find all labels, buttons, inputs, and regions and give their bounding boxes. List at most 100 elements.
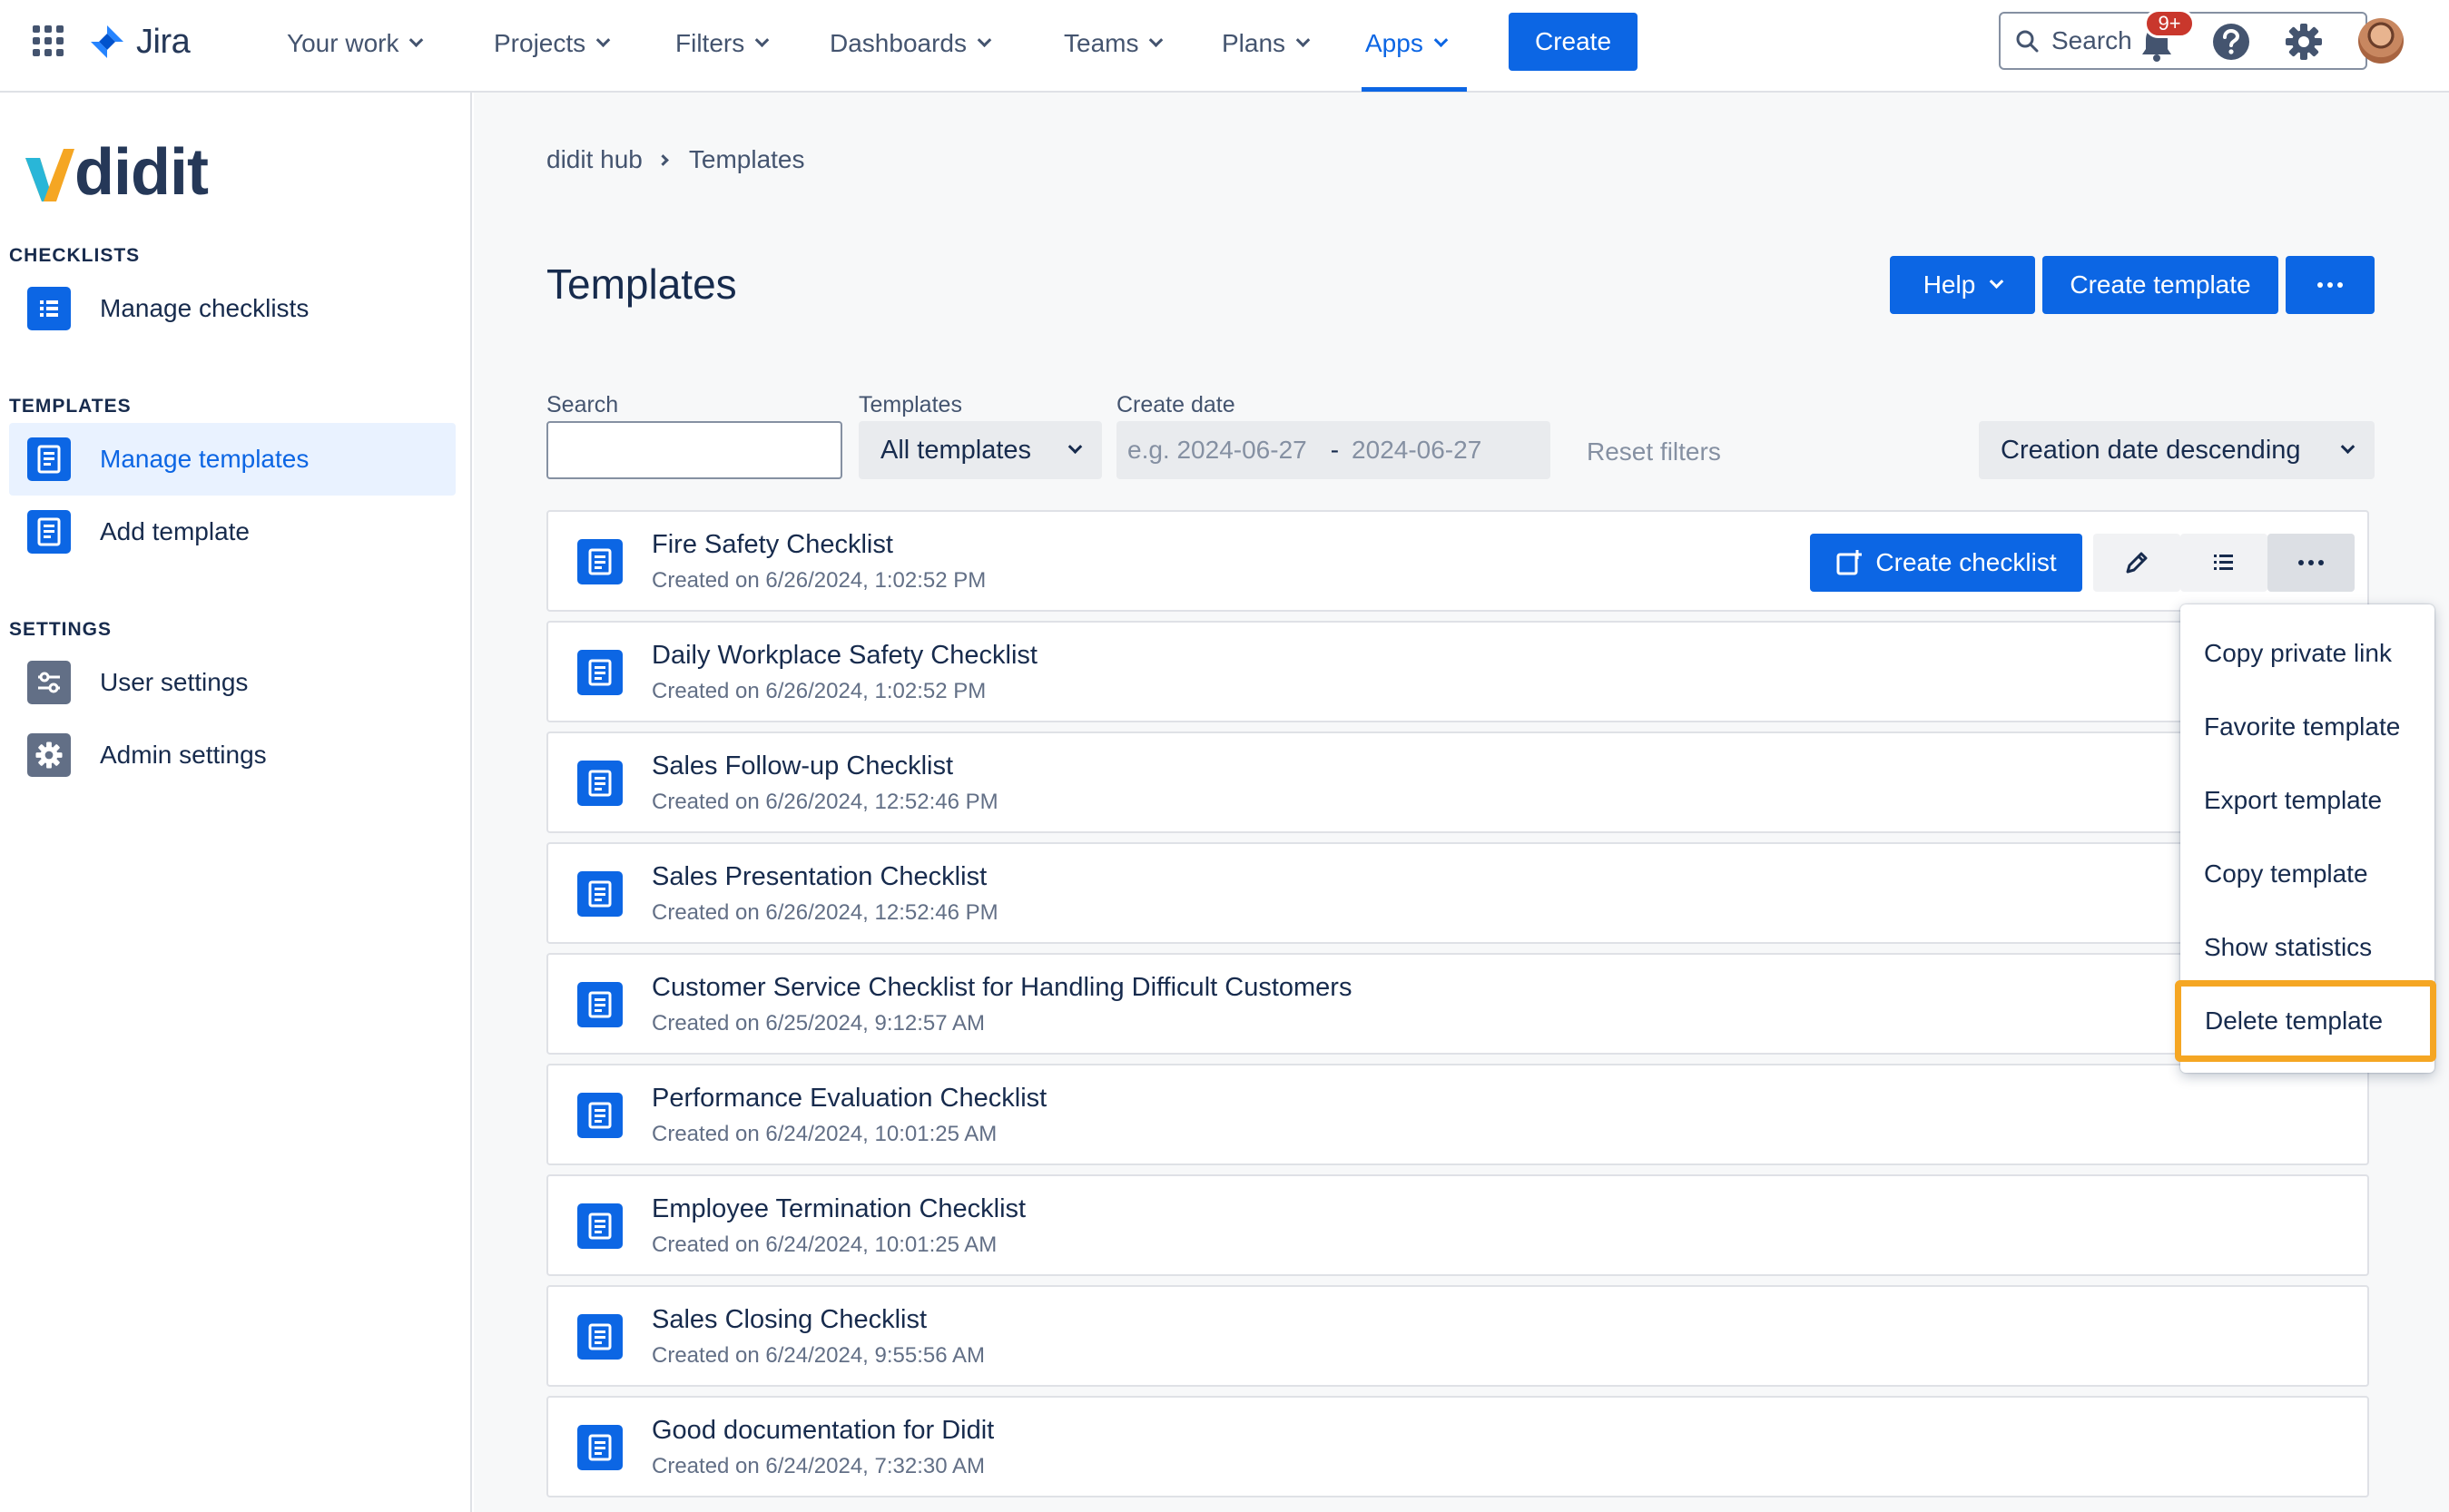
sort-value: Creation date descending [2001, 435, 2301, 465]
breadcrumb-didit-hub[interactable]: didit hub [546, 145, 643, 174]
menu-show-statistics[interactable]: Show statistics [2180, 911, 2434, 984]
reset-filters-link[interactable]: Reset filters [1587, 437, 1721, 466]
page-title: Templates [546, 260, 737, 308]
list-icon [2214, 555, 2233, 570]
nav-label: Your work [287, 29, 399, 57]
template-created-date: Created on 6/26/2024, 1:02:52 PM [652, 679, 987, 703]
template-row[interactable]: Employee Termination Checklist Created on… [546, 1174, 2369, 1276]
date-separator: - [1330, 436, 1340, 464]
edit-template-button[interactable] [2093, 534, 2180, 592]
menu-export-template[interactable]: Export template [2180, 764, 2434, 837]
template-title[interactable]: Performance Evaluation Checklist [652, 1084, 1047, 1114]
nav-teams[interactable]: Teams [1064, 25, 1164, 62]
template-actions-menu: Copy private link Favorite template Expo… [2175, 604, 2436, 1073]
template-title[interactable]: Daily Workplace Safety Checklist [652, 641, 1038, 671]
sidebar-item-label: Add template [100, 517, 250, 545]
more-actions-button[interactable] [2286, 256, 2375, 314]
create-checklist-button[interactable]: Create checklist [1810, 534, 2082, 592]
section-heading-checklists: CHECKLISTS [9, 245, 141, 266]
row-more-button[interactable] [2267, 534, 2355, 592]
template-title[interactable]: Employee Termination Checklist [652, 1194, 1026, 1224]
menu-delete-template[interactable]: Delete template [2175, 980, 2436, 1062]
chevron-down-icon [977, 32, 992, 47]
template-created-date: Created on 6/26/2024, 1:02:52 PM [652, 568, 987, 593]
templates-filter-select[interactable]: All templates [859, 421, 1102, 479]
sidebar-item-user-settings[interactable]: User settings [9, 646, 456, 719]
template-row[interactable]: Performance Evaluation Checklist Created … [546, 1064, 2369, 1165]
date-to-input[interactable]: 2024-06-27 [1352, 436, 1481, 465]
help-icon[interactable] [2211, 22, 2251, 62]
active-nav-indicator [1362, 87, 1467, 92]
template-title[interactable]: Sales Presentation Checklist [652, 862, 987, 892]
app-switcher-icon[interactable] [33, 25, 64, 56]
section-heading-settings: SETTINGS [9, 619, 113, 640]
ellipsis-icon [2317, 282, 2343, 288]
nav-your-work[interactable]: Your work [287, 25, 424, 62]
chevron-down-icon [595, 32, 611, 47]
sidebar-item-admin-settings[interactable]: Admin settings [9, 719, 456, 791]
template-icon [577, 871, 623, 917]
nav-dashboards[interactable]: Dashboards [830, 25, 992, 62]
create-checklist-label: Create checklist [1875, 548, 2057, 576]
template-search-input[interactable] [546, 421, 842, 479]
sidebar-item-label: Admin settings [100, 741, 267, 769]
didit-logo-text: didit [74, 136, 209, 209]
chevron-down-icon [1067, 438, 1083, 454]
list-icon [27, 287, 71, 330]
template-created-date: Created on 6/26/2024, 12:52:46 PM [652, 790, 998, 814]
search-filter-label: Search [546, 392, 619, 417]
sidebar-item-add-template[interactable]: Add template [9, 496, 456, 568]
jira-logo[interactable]: Jira [89, 20, 191, 64]
template-title[interactable]: Good documentation for Didit [652, 1416, 994, 1446]
template-row[interactable]: Customer Service Checklist for Handling … [546, 953, 2369, 1055]
menu-favorite-template[interactable]: Favorite template [2180, 691, 2434, 763]
search-icon [2016, 30, 2039, 53]
date-from-input[interactable]: e.g. 2024-06-27 [1127, 436, 1307, 465]
nav-plans[interactable]: Plans [1222, 25, 1311, 62]
template-icon [577, 982, 623, 1027]
breadcrumb-templates[interactable]: Templates [689, 145, 805, 174]
nav-filters[interactable]: Filters [675, 25, 770, 62]
template-icon [577, 1314, 623, 1360]
templates-filter-value: All templates [880, 435, 1032, 465]
didit-check-icon [25, 149, 74, 201]
nav-apps[interactable]: Apps [1365, 25, 1449, 62]
chevron-down-icon [1990, 273, 2004, 289]
template-title[interactable]: Sales Closing Checklist [652, 1305, 927, 1335]
sort-select[interactable]: Creation date descending [1979, 421, 2375, 479]
nav-label: Dashboards [830, 29, 967, 57]
user-avatar[interactable] [2358, 18, 2404, 64]
sidebar-item-manage-templates[interactable]: Manage templates [9, 423, 456, 496]
template-row[interactable]: Daily Workplace Safety Checklist Created … [546, 621, 2369, 722]
chevron-down-icon [409, 32, 424, 47]
template-row[interactable]: Sales Closing Checklist Created on 6/24/2… [546, 1285, 2369, 1387]
create-button[interactable]: Create [1509, 13, 1638, 71]
template-icon [577, 1203, 623, 1249]
template-icon [27, 437, 71, 481]
menu-copy-template[interactable]: Copy template [2180, 838, 2434, 910]
jira-logo-text: Jira [136, 22, 191, 61]
template-title[interactable]: Fire Safety Checklist [652, 530, 893, 560]
help-button-label: Help [1923, 270, 1976, 299]
template-icon [27, 510, 71, 554]
template-row[interactable]: Good documentation for Didit Created on 6… [546, 1396, 2369, 1497]
template-row[interactable]: Sales Follow-up Checklist Created on 6/26… [546, 731, 2369, 833]
template-row[interactable]: Sales Presentation Checklist Created on 6… [546, 842, 2369, 944]
create-template-button[interactable]: Create template [2042, 256, 2278, 314]
pencil-icon [2126, 552, 2148, 574]
sidebar-item-manage-checklists[interactable]: Manage checklists [9, 272, 456, 345]
template-created-date: Created on 6/24/2024, 10:01:25 AM [652, 1232, 998, 1257]
help-button[interactable]: Help [1890, 256, 2035, 314]
template-created-date: Created on 6/24/2024, 9:55:56 AM [652, 1343, 985, 1368]
template-icon [577, 761, 623, 806]
template-title[interactable]: Customer Service Checklist for Handling … [652, 973, 1352, 1003]
nav-projects[interactable]: Projects [494, 25, 611, 62]
menu-copy-private-link[interactable]: Copy private link [2180, 617, 2434, 690]
template-title[interactable]: Sales Follow-up Checklist [652, 751, 953, 781]
settings-gear-icon[interactable] [2284, 22, 2324, 62]
template-items-button[interactable] [2180, 534, 2267, 592]
sidebar-item-label: Manage checklists [100, 294, 310, 322]
new-checklist-icon [1836, 550, 1863, 575]
notification-badge: 9+ [2144, 9, 2195, 38]
date-range-field[interactable]: e.g. 2024-06-27 - 2024-06-27 [1116, 421, 1550, 479]
